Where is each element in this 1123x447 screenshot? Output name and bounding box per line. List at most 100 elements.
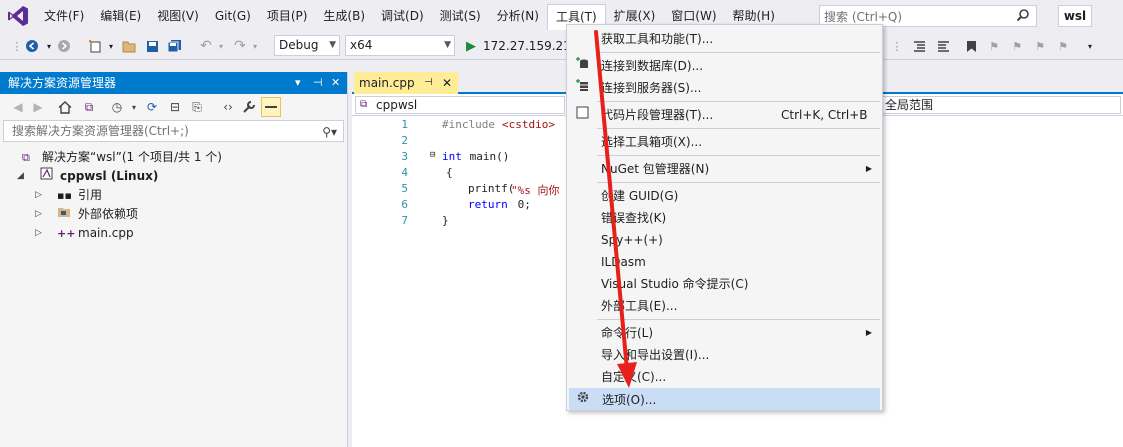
debug-target[interactable]: 172.27.159.210 [483,39,578,53]
gear-icon [576,389,590,411]
project-nav-select[interactable]: ⧉ cppwsl [355,96,565,114]
preview-selected-items-icon[interactable] [261,97,281,117]
menu-file[interactable]: 文件(F) [36,4,92,28]
menu-item-connect-database[interactable]: 连接到数据库(D)... [569,55,880,77]
new-dropdown-icon[interactable]: ▾ [102,37,120,55]
back-icon[interactable]: ◀ [9,98,27,116]
menu-item-external-tools[interactable]: 外部工具(E)... [569,295,880,317]
home-icon[interactable] [56,98,74,116]
prev-bookmark-icon[interactable]: ⚑ [985,37,1003,55]
menu-item-shortcut: Ctrl+K, Ctrl+B [781,108,868,122]
collapse-region-icon[interactable]: ⊟ [430,150,435,160]
tree-item-main-cpp[interactable]: ▷ ++ main.cpp [0,224,347,243]
nav-scope-label: 全局范围 [885,98,934,112]
menu-project[interactable]: 项目(P) [259,4,316,28]
project-icon: ⧉ [360,99,368,110]
menu-item-connect-server[interactable]: 连接到服务器(S)... [569,77,880,99]
collapsed-chevron-icon[interactable]: ▷ [35,224,42,243]
platform-select[interactable]: x64 ▼ [345,35,455,56]
tree-item-references[interactable]: ▷ ▪▪ 引用 [0,186,347,205]
collapsed-chevron-icon[interactable]: ▷ [35,205,42,224]
menu-item-spy[interactable]: Spy++(+) [569,229,880,251]
forward-icon[interactable]: ▶ [29,98,47,116]
forward-icon[interactable] [55,37,73,55]
bookmark-icon[interactable] [962,37,980,55]
project-node[interactable]: ◢ cppwsl (Linux) [0,167,347,186]
uncomment-icon[interactable] [934,37,952,55]
start-debug-icon[interactable]: ▶ [462,37,480,55]
code-keyword: return [468,198,508,211]
back-icon[interactable] [23,37,41,55]
save-icon[interactable] [143,37,161,55]
menu-edit[interactable]: 编辑(E) [92,4,149,28]
chevron-down-icon: ▼ [444,40,451,50]
pin-icon[interactable]: ⊣ [313,72,323,94]
clear-bookmarks-icon[interactable]: ⚑ [1054,37,1072,55]
switch-views-icon[interactable]: ⧉ [80,98,98,116]
menu-separator [597,182,880,183]
open-folder-icon[interactable] [120,37,138,55]
next-bookmark-icon[interactable]: ⚑ [1008,37,1026,55]
menu-item-options[interactable]: 选项(O)... [569,388,880,410]
code-keyword: int [442,150,462,163]
show-all-files-icon[interactable]: ⎘ [188,98,206,116]
menu-item-label: 导入和导出设置(I)... [601,348,710,362]
next-bookmark-folder-icon[interactable]: ⚑ [1031,37,1049,55]
nav-project-label: cppwsl [376,98,418,112]
tree-item-external-dependencies[interactable]: ▷ 外部依赖项 [0,205,347,224]
references-icon: ▪▪ [57,189,72,202]
collapsed-chevron-icon[interactable]: ▷ [35,186,42,205]
menu-item-customize[interactable]: 自定义(C)... [569,366,880,388]
menu-build[interactable]: 生成(B) [315,4,373,28]
menu-item-create-guid[interactable]: 创建 GUID(G) [569,185,880,207]
line-number: 1 [401,118,408,131]
menu-item-choose-toolbox[interactable]: 选择工具箱项(X)... [569,131,880,153]
pending-changes-icon[interactable]: ◷ [108,98,126,116]
line-number: 4 [401,166,408,179]
menu-item-import-export-settings[interactable]: 导入和导出设置(I)... [569,344,880,366]
config-value: Debug [279,38,319,52]
menu-item-ildasm[interactable]: ILDasm [569,251,880,273]
sync-icon[interactable]: ⟳ [143,98,161,116]
search-icon: ⚲▾ [322,125,337,139]
menu-item-label: 代码片段管理器(T)... [601,108,714,122]
menu-item-label: 外部工具(E)... [601,299,678,313]
solution-tree: ⧉ 解决方案“wsl”(1 个项目/共 1 个) ◢ cppwsl (Linux… [0,148,347,243]
solution-explorer: 解决方案资源管理器 ▾ ⊣ ✕ ◀ ▶ ⧉ ◷ ▾ ⟳ ⊟ ⎘ ‹› 搜索解决方… [0,72,348,447]
tab-main-cpp[interactable]: main.cpp ⊣ ✕ [354,72,458,94]
close-icon[interactable]: ✕ [331,72,340,94]
menu-view[interactable]: 视图(V) [149,4,207,28]
collapse-all-icon[interactable]: ⊟ [166,98,184,116]
menu-analyze[interactable]: 分析(N) [489,4,547,28]
redo-dropdown-icon[interactable]: ▾ [246,37,264,55]
expanded-chevron-icon[interactable]: ◢ [17,167,24,186]
scope-nav-select[interactable]: 全局范围 [880,96,1121,114]
menu-item-command-line[interactable]: 命令行(L) ▶ [569,322,880,344]
tab-label: main.cpp [359,76,415,90]
menu-debug[interactable]: 调试(D) [373,4,432,28]
pending-dropdown-icon[interactable]: ▾ [125,98,143,116]
menu-item-error-lookup[interactable]: 错误查找(K) [569,207,880,229]
line-number: 5 [401,182,408,195]
solution-icon: ⧉ [22,151,30,164]
menu-git[interactable]: Git(G) [207,4,259,28]
solution-search-input[interactable]: 搜索解决方案资源管理器(Ctrl+;) ⚲▾ [3,120,344,142]
window-position-icon[interactable]: ▾ [295,72,301,94]
menu-test[interactable]: 测试(S) [432,4,489,28]
save-all-icon[interactable] [165,37,183,55]
menu-item-code-snippets[interactable]: 代码片段管理器(T)... Ctrl+K, Ctrl+B [569,104,880,126]
pin-tab-icon[interactable]: ⊣ [424,72,433,94]
menu-separator [597,52,880,53]
menu-item-get-tools[interactable]: 获取工具和功能(T)... [569,28,880,50]
config-select[interactable]: Debug ▼ [274,35,340,56]
context-badge[interactable]: wsl [1058,5,1092,27]
undo-dropdown-icon[interactable]: ▾ [212,37,230,55]
properties-wrench-icon[interactable] [240,98,258,116]
menu-item-nuget[interactable]: NuGet 包管理器(N) ▶ [569,158,880,180]
comment-out-icon[interactable] [910,37,928,55]
toolbar-overflow-icon[interactable]: ▾ [1081,37,1099,55]
view-code-icon[interactable]: ‹› [219,98,237,116]
menu-item-vs-command-prompt[interactable]: Visual Studio 命令提示(C) [569,273,880,295]
solution-node[interactable]: ⧉ 解决方案“wsl”(1 个项目/共 1 个) [0,148,347,167]
close-tab-icon[interactable]: ✕ [442,72,452,94]
